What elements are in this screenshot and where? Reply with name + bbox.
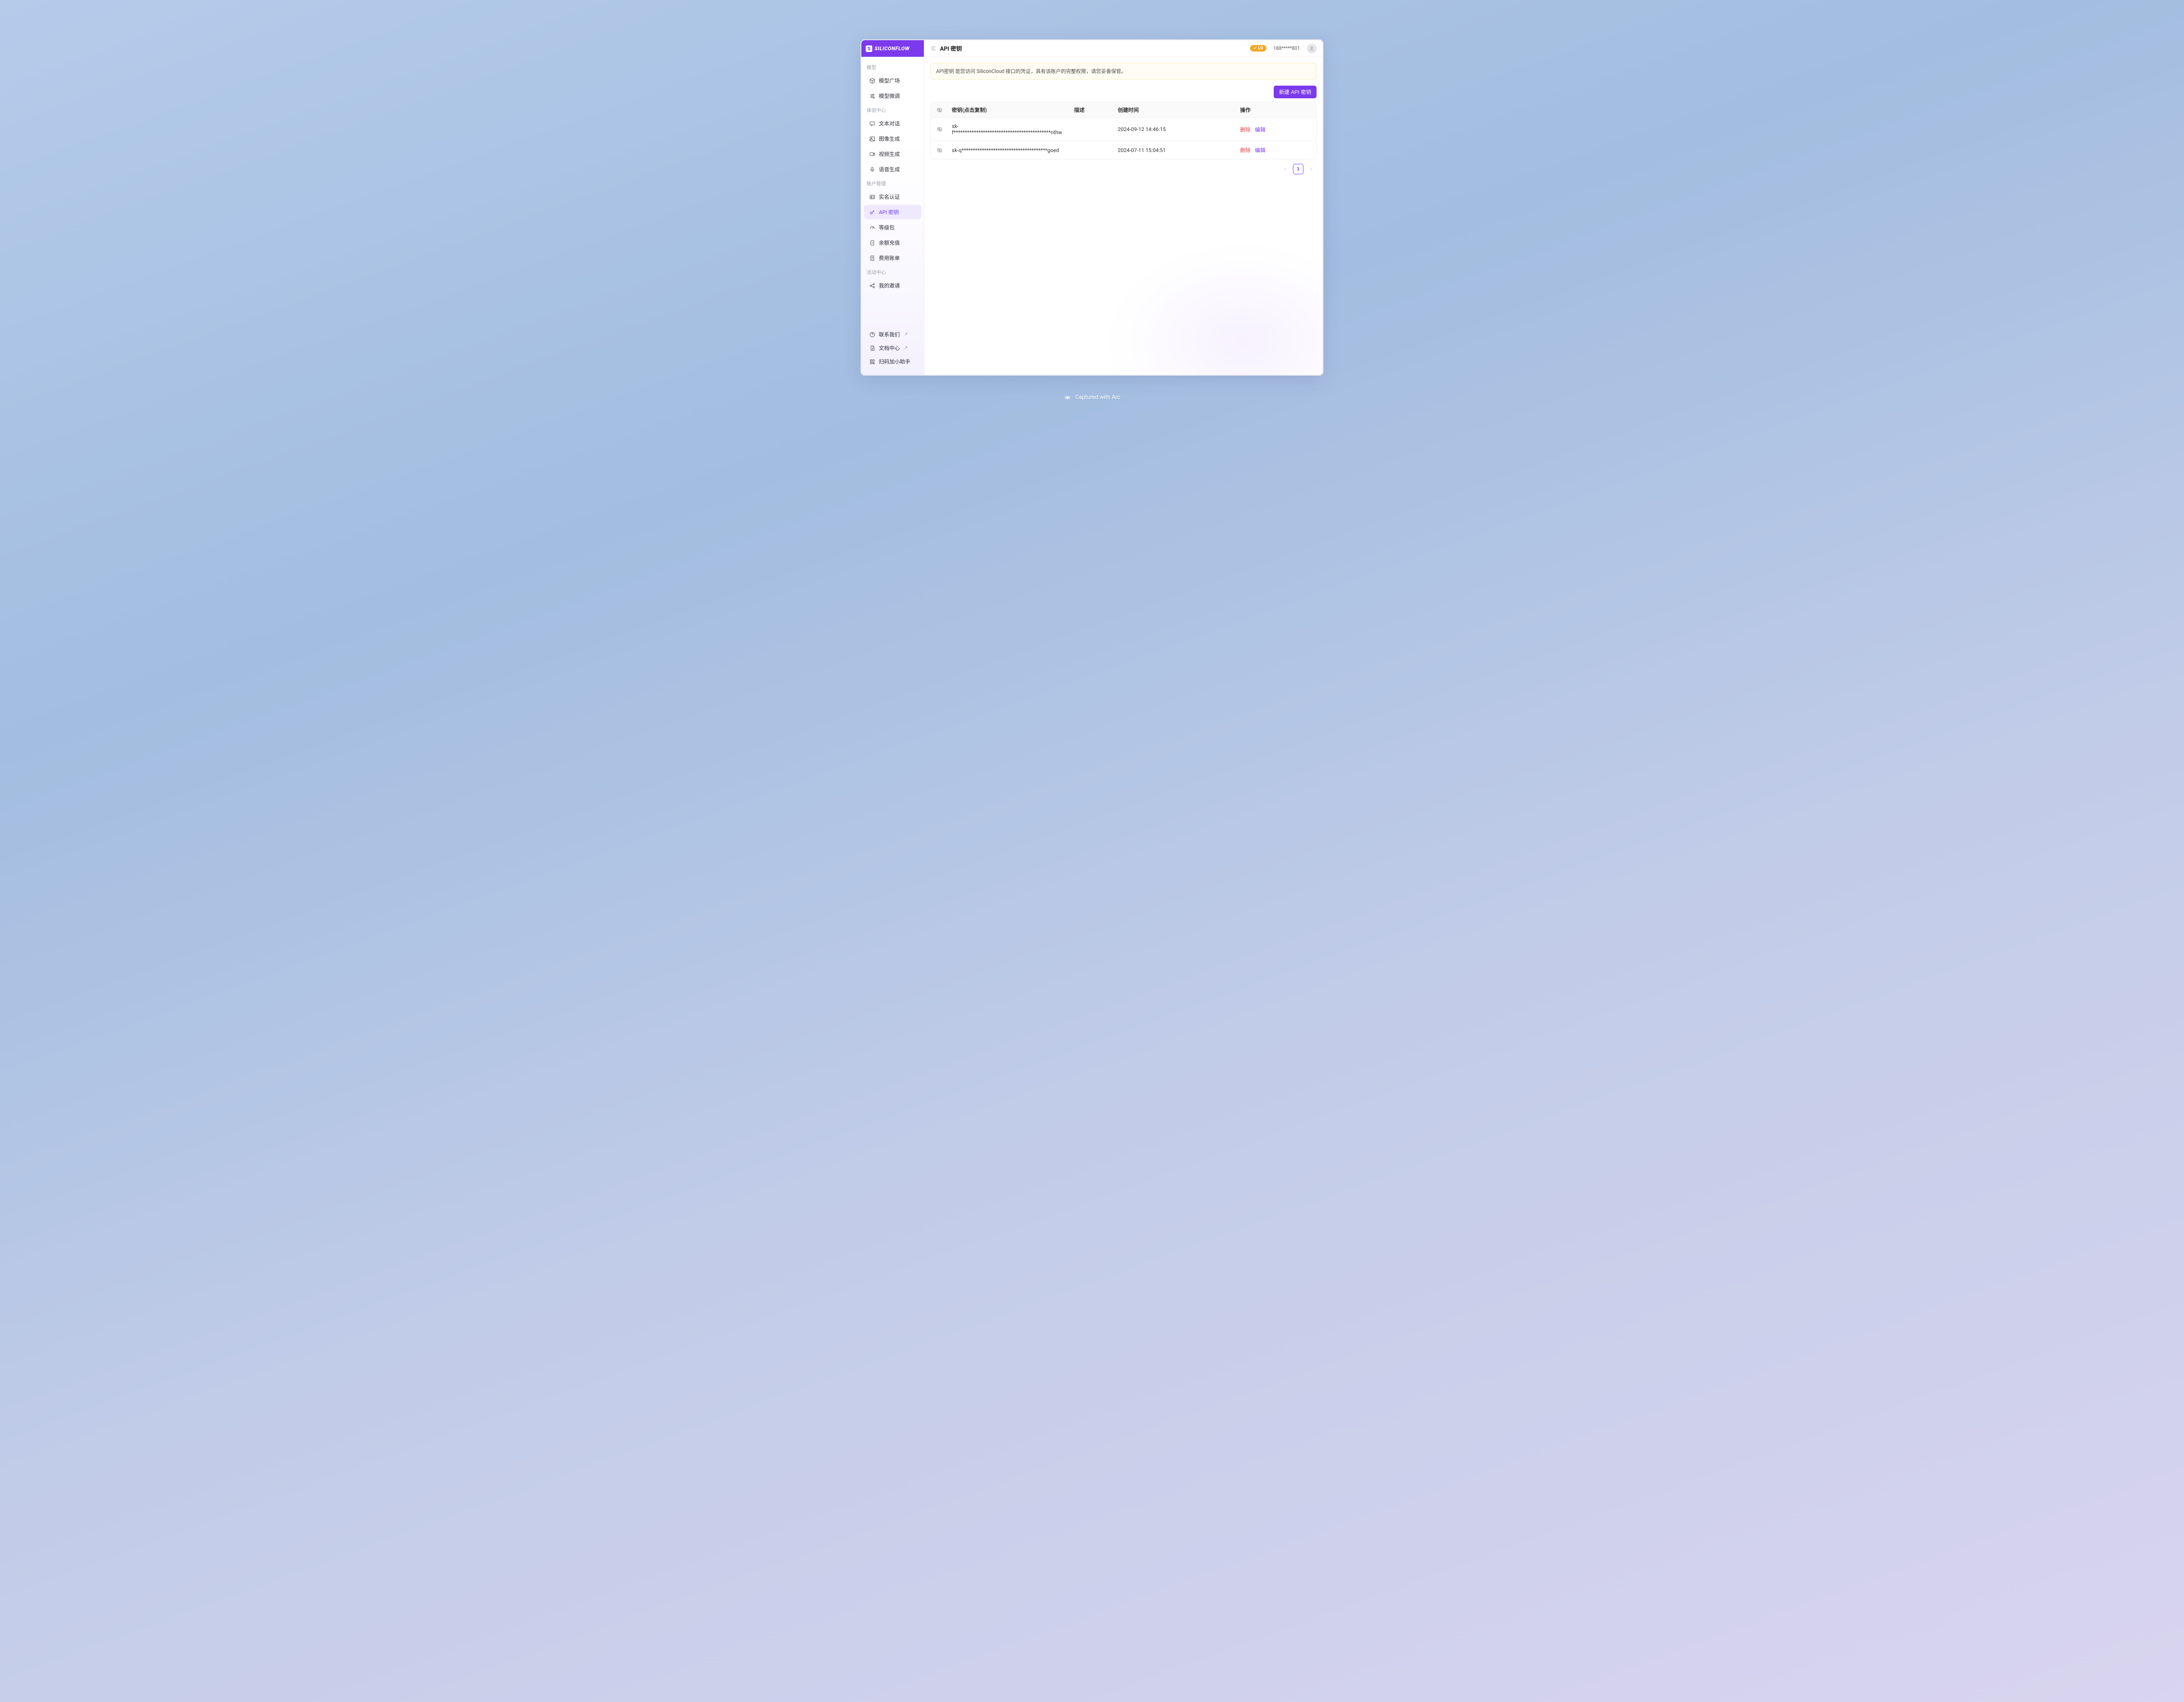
cell-key[interactable]: sk-q************************************… xyxy=(948,147,1071,153)
page-title: API 密钥 xyxy=(940,44,962,52)
phone-plus-icon xyxy=(869,240,875,246)
table-header: 密钥(点击复制) 描述 创建时间 操作 xyxy=(931,102,1316,118)
sidebar: S SILICONFLOW 模型 模型广场 模型微调 体验中心 文本对话 图像生… xyxy=(861,40,924,375)
key-icon xyxy=(869,209,875,215)
col-key: 密钥(点击复制) xyxy=(948,106,1071,114)
id-card-icon xyxy=(869,194,875,200)
sidebar-item-text-chat[interactable]: 文本对话 xyxy=(864,116,921,131)
cell-ops: 删除 编辑 xyxy=(1237,146,1316,154)
sidebar-item-label: 图像生成 xyxy=(879,135,900,142)
sidebar-item-model-plaza[interactable]: 模型广场 xyxy=(864,73,921,88)
external-link-icon: ↗ xyxy=(904,332,908,337)
sidebar-item-label: 模型微调 xyxy=(879,92,900,100)
image-icon xyxy=(869,136,875,142)
col-desc: 描述 xyxy=(1071,106,1114,114)
footer-link-contact[interactable]: 联系我们 ↗ xyxy=(864,328,921,341)
brand-name: SILICONFLOW xyxy=(874,45,909,52)
table-row: sk-f************************************… xyxy=(931,118,1316,141)
cell-created: 2024-09-12 14:46:15 xyxy=(1114,126,1237,132)
sidebar-item-label: 视频生成 xyxy=(879,150,900,158)
footer-link-label: 扫码加小助手 xyxy=(879,358,910,365)
notice-banner: API密钥 是您访问 SiliconCloud 接口的凭证，具有该账户的完整权限… xyxy=(930,63,1317,80)
sidebar-item-label: 费用账单 xyxy=(879,254,900,262)
sidebar-item-label: 我的邀请 xyxy=(879,282,900,289)
receipt-icon xyxy=(869,255,875,261)
pagination: 1 xyxy=(930,164,1317,174)
sidebar-item-label: 实名认证 xyxy=(879,193,900,201)
delete-link[interactable]: 删除 xyxy=(1240,126,1251,133)
mic-icon xyxy=(869,166,875,173)
sliders-icon xyxy=(869,93,875,99)
logo-bar: S SILICONFLOW xyxy=(861,40,924,57)
sidebar-item-tier-pack[interactable]: 等级包 xyxy=(864,220,921,235)
sidebar-item-billing[interactable]: 费用账单 xyxy=(864,251,921,265)
sidebar-item-api-keys[interactable]: API 密钥 xyxy=(864,205,921,219)
gauge-icon xyxy=(869,225,875,231)
sidebar-collapse-icon[interactable] xyxy=(930,45,936,52)
sidebar-item-label: 等级包 xyxy=(879,224,895,231)
col-created: 创建时间 xyxy=(1114,106,1237,114)
edit-link[interactable]: 编辑 xyxy=(1255,146,1265,154)
sidebar-item-my-invite[interactable]: 我的邀请 xyxy=(864,278,921,293)
help-circle-icon xyxy=(869,332,875,338)
footer-link-label: 联系我们 xyxy=(879,331,900,338)
sidebar-item-realname[interactable]: 实名认证 xyxy=(864,190,921,204)
nav-section-activity: 活动中心 xyxy=(861,266,924,277)
new-api-key-button[interactable]: 新建 API 密钥 xyxy=(1274,86,1317,98)
chat-icon xyxy=(869,121,875,127)
sidebar-footer: 联系我们 ↗ 文档中心 ↗ 扫码加小助手 xyxy=(861,324,924,375)
nav-section-models: 模型 xyxy=(861,61,924,73)
app-window: S SILICONFLOW 模型 模型广场 模型微调 体验中心 文本对话 图像生… xyxy=(860,39,1324,376)
api-keys-table: 密钥(点击复制) 描述 创建时间 操作 sk-f****************… xyxy=(930,102,1317,159)
toolbar-row: 新建 API 密钥 xyxy=(930,86,1317,98)
cube-icon xyxy=(869,78,875,84)
footer-link-qr[interactable]: 扫码加小助手 xyxy=(864,355,921,368)
pager-page-1[interactable]: 1 xyxy=(1293,164,1303,174)
level-badge-label: L0 xyxy=(1258,46,1263,51)
nav-section-account: 账户管理 xyxy=(861,177,924,189)
content-area: API密钥 是您访问 SiliconCloud 接口的凭证，具有该账户的完整权限… xyxy=(924,57,1323,375)
captured-watermark: Captured with Arc xyxy=(1064,393,1120,401)
main-panel: API 密钥 ✔ L0 188*****801 API密钥 是您访问 Silic… xyxy=(924,40,1323,375)
delete-link[interactable]: 删除 xyxy=(1240,146,1251,154)
sidebar-item-label: 文本对话 xyxy=(879,120,900,127)
eye-off-icon[interactable] xyxy=(931,147,948,153)
external-link-icon: ↗ xyxy=(904,346,908,350)
edit-link[interactable]: 编辑 xyxy=(1255,126,1265,133)
sidebar-item-model-finetune[interactable]: 模型微调 xyxy=(864,89,921,103)
nav-scroll: 模型 模型广场 模型微调 体验中心 文本对话 图像生成 视频生成 xyxy=(861,57,924,324)
captured-label: Captured with Arc xyxy=(1075,394,1120,401)
footer-link-docs[interactable]: 文档中心 ↗ xyxy=(864,342,921,354)
user-phone: 188*****801 xyxy=(1273,45,1300,51)
footer-link-label: 文档中心 xyxy=(879,344,900,352)
table-row: sk-q************************************… xyxy=(931,141,1316,159)
cell-key[interactable]: sk-f************************************… xyxy=(948,123,1071,135)
level-badge[interactable]: ✔ L0 xyxy=(1250,45,1267,52)
cell-ops: 删除 编辑 xyxy=(1237,126,1316,133)
share-icon xyxy=(869,283,875,289)
cell-created: 2024-07-11 15:04:51 xyxy=(1114,147,1237,153)
file-text-icon xyxy=(869,345,875,351)
arc-logo-icon xyxy=(1064,393,1071,401)
sidebar-item-video-gen[interactable]: 视频生成 xyxy=(864,147,921,161)
sidebar-item-label: 余额充值 xyxy=(879,239,900,246)
sidebar-item-label: 模型广场 xyxy=(879,77,900,84)
eye-off-icon[interactable] xyxy=(931,126,948,132)
sidebar-item-voice-gen[interactable]: 语音生成 xyxy=(864,162,921,176)
eye-off-header-icon[interactable] xyxy=(931,107,948,113)
sidebar-item-label: 语音生成 xyxy=(879,166,900,173)
video-icon xyxy=(869,151,875,157)
logo-mark-icon: S xyxy=(866,45,872,52)
qr-icon xyxy=(869,359,875,365)
col-ops: 操作 xyxy=(1237,106,1316,114)
sidebar-item-image-gen[interactable]: 图像生成 xyxy=(864,131,921,146)
pager-next-button[interactable] xyxy=(1306,164,1317,174)
pager-prev-button[interactable] xyxy=(1280,164,1290,174)
sidebar-item-label: API 密钥 xyxy=(879,208,899,216)
sidebar-item-recharge[interactable]: 余额充值 xyxy=(864,235,921,250)
nav-section-experience: 体验中心 xyxy=(861,104,924,115)
shield-check-icon: ✔ xyxy=(1254,46,1257,51)
avatar[interactable] xyxy=(1307,44,1317,53)
topbar: API 密钥 ✔ L0 188*****801 xyxy=(924,40,1323,57)
